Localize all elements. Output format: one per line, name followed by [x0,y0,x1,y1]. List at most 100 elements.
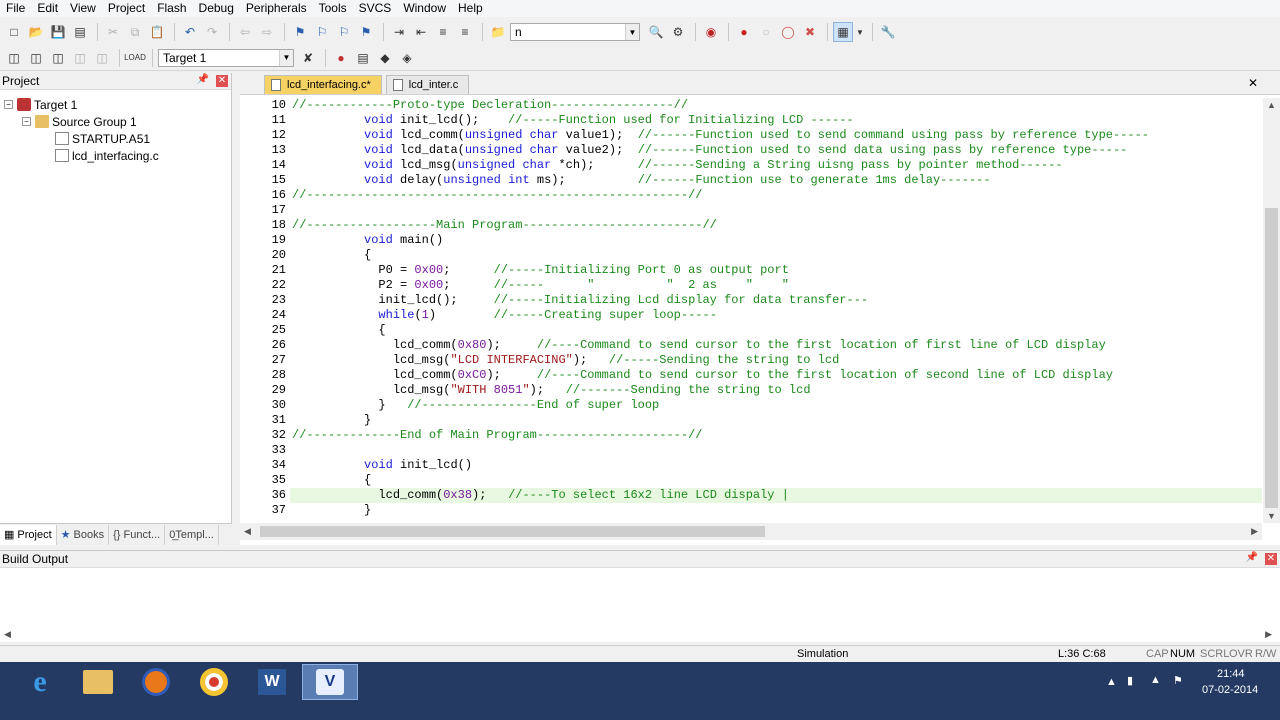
pin-icon[interactable]: 📌 [1246,552,1258,563]
menu-flash[interactable]: Flash [151,0,192,17]
internet-explorer-icon[interactable]: e [12,664,68,700]
code-line-text[interactable] [290,203,1262,218]
code-line[interactable]: 36 lcd_comm(0x38); //----To select 16x2 … [240,488,1262,503]
disable-all-breakpoints-icon[interactable]: ◯ [778,22,798,42]
comment-icon[interactable]: ≡ [433,22,453,42]
find-combo[interactable]: n ▼ [510,23,640,41]
code-line[interactable]: 19 void main() [240,233,1262,248]
code-line[interactable]: 27 lcd_msg("LCD INTERFACING"); //-----Se… [240,353,1262,368]
code-line-text[interactable]: P0 = 0x00; //-----Initializing Port 0 as… [290,263,1262,278]
menu-project[interactable]: Project [102,0,151,17]
chevron-down-icon[interactable]: ▼ [279,49,293,66]
breakpoint-icon[interactable]: ● [734,22,754,42]
stop-build-icon[interactable]: ◫ [92,48,112,68]
copy-icon[interactable]: ⧉ [125,22,145,42]
code-line-text[interactable]: P2 = 0x00; //----- " " 2 as " " [290,278,1262,293]
code-line[interactable]: 22 P2 = 0x00; //----- " " 2 as " " [240,278,1262,293]
menu-help[interactable]: Help [452,0,489,17]
layout-dropdown-icon[interactable]: ▼ [855,22,865,42]
tab-lcd-interfacing[interactable]: lcd_interfacing.c* [264,75,382,94]
vertical-scrollbar[interactable]: ▲ ▼ [1263,98,1280,523]
code-line-text[interactable]: void init_lcd() [290,458,1262,473]
code-line-text[interactable]: lcd_comm(0x38); //----To select 16x2 lin… [290,488,1262,503]
scroll-left-icon[interactable]: ◀ [4,629,11,640]
tree-node-file[interactable]: STARTUP.A51 [0,130,231,147]
keil-uvision-icon[interactable]: V [302,664,358,700]
code-line[interactable]: 30 } //----------------End of super loop [240,398,1262,413]
window-layout-icon[interactable]: ▦ [833,22,853,42]
firefox-icon[interactable] [128,664,184,700]
code-line[interactable]: 32 //-------------End of Main Program----… [240,428,1262,443]
nav-forward-icon[interactable]: ⇨ [257,22,277,42]
code-line[interactable]: 34 void init_lcd() [240,458,1262,473]
clock-time[interactable]: 21:44 [1217,668,1245,680]
target-select[interactable]: Target 1 ▼ [158,48,294,67]
menu-peripherals[interactable]: Peripherals [240,0,313,17]
tree-node-file[interactable]: lcd_interfacing.c [0,147,231,164]
code-line-text[interactable]: lcd_msg("WITH 8051"); //-------Sending t… [290,383,1262,398]
battery-icon[interactable]: ▮ [1127,674,1133,687]
scroll-right-icon[interactable]: ▶ [1265,629,1272,640]
scroll-left-icon[interactable]: ◀ [244,526,251,537]
target-options-icon[interactable]: ✘ [298,48,318,68]
build-output-text[interactable] [0,568,1280,624]
scroll-down-icon[interactable]: ▼ [1267,511,1276,521]
code-line[interactable]: 37 } [240,503,1262,518]
code-line-text[interactable]: } [290,503,1262,518]
code-line-text[interactable]: //--------------------------------------… [290,188,1262,203]
save-icon[interactable]: 💾 [48,22,68,42]
bookmark-icon[interactable]: ⚑ [290,22,310,42]
build-output-hscroll[interactable]: ◀ ▶ [0,628,1280,640]
find-in-files-icon[interactable]: 📁 [488,22,508,42]
pack-installer-icon[interactable]: ◆ [375,48,395,68]
file-explorer-icon[interactable] [70,664,126,700]
clock-date[interactable]: 07-02-2014 [1202,684,1258,696]
code-line[interactable]: 29 lcd_msg("WITH 8051"); //-------Sendin… [240,383,1262,398]
menu-file[interactable]: File [0,0,31,17]
chevron-down-icon[interactable]: ▼ [625,24,639,40]
code-line[interactable]: 26 lcd_comm(0x80); //----Command to send… [240,338,1262,353]
tree-node-target[interactable]: − Target 1 [0,96,231,113]
batch-build-icon[interactable]: ◫ [70,48,90,68]
scroll-thumb[interactable] [260,526,765,537]
code-line-text[interactable]: void init_lcd(); //-----Function used fo… [290,113,1262,128]
code-area[interactable]: 10 //------------Proto-type Decleration--… [240,98,1262,523]
code-line[interactable]: 23 init_lcd(); //-----Initializing Lcd d… [240,293,1262,308]
new-file-icon[interactable]: □ [4,22,24,42]
undo-icon[interactable]: ↶ [180,22,200,42]
code-line[interactable]: 33 [240,443,1262,458]
code-line-text[interactable]: } //----------------End of super loop [290,398,1262,413]
code-line[interactable]: 14 void lcd_msg(unsigned char *ch); //--… [240,158,1262,173]
scroll-thumb[interactable] [1265,208,1278,508]
chrome-icon[interactable] [186,664,242,700]
code-line[interactable]: 12 void lcd_comm(unsigned char value1); … [240,128,1262,143]
debug-session-icon[interactable]: ◉ [701,22,721,42]
show-hidden-icons-icon[interactable]: ▲ [1106,676,1117,688]
horizontal-scrollbar[interactable]: ◀ ▶ [240,523,1262,540]
code-line-text[interactable]: void delay(unsigned int ms); //------Fun… [290,173,1262,188]
kill-breakpoints-icon[interactable]: ✖ [800,22,820,42]
code-line-text[interactable]: lcd_comm(0x80); //----Command to send cu… [290,338,1262,353]
nav-back-icon[interactable]: ⇦ [235,22,255,42]
code-line[interactable]: 28 lcd_comm(0xC0); //----Command to send… [240,368,1262,383]
tab-books[interactable]: ★ Books [57,524,110,545]
close-icon[interactable]: ✕ [1265,553,1277,565]
code-line-text[interactable]: } [290,413,1262,428]
code-line-text[interactable]: { [290,323,1262,338]
code-line-text[interactable]: void lcd_msg(unsigned char *ch); //-----… [290,158,1262,173]
close-icon[interactable]: ✕ [1248,76,1258,90]
code-line[interactable]: 11 void init_lcd(); //-----Function used… [240,113,1262,128]
word-icon[interactable]: W [244,664,300,700]
build-icon[interactable]: ◫ [26,48,46,68]
save-all-icon[interactable]: ▤ [70,22,90,42]
code-line-text[interactable] [290,443,1262,458]
code-line-text[interactable]: //------------Proto-type Decleration----… [290,98,1262,113]
code-line[interactable]: 20 { [240,248,1262,263]
paste-icon[interactable]: 📋 [147,22,167,42]
menu-debug[interactable]: Debug [193,0,240,17]
code-line-text[interactable]: //-------------End of Main Program------… [290,428,1262,443]
tab-templates[interactable]: 0̲Templ... [165,524,219,545]
code-line[interactable]: 15 void delay(unsigned int ms); //------… [240,173,1262,188]
runtime-env-icon[interactable]: ◈ [397,48,417,68]
code-line-text[interactable]: void lcd_data(unsigned char value2); //-… [290,143,1262,158]
